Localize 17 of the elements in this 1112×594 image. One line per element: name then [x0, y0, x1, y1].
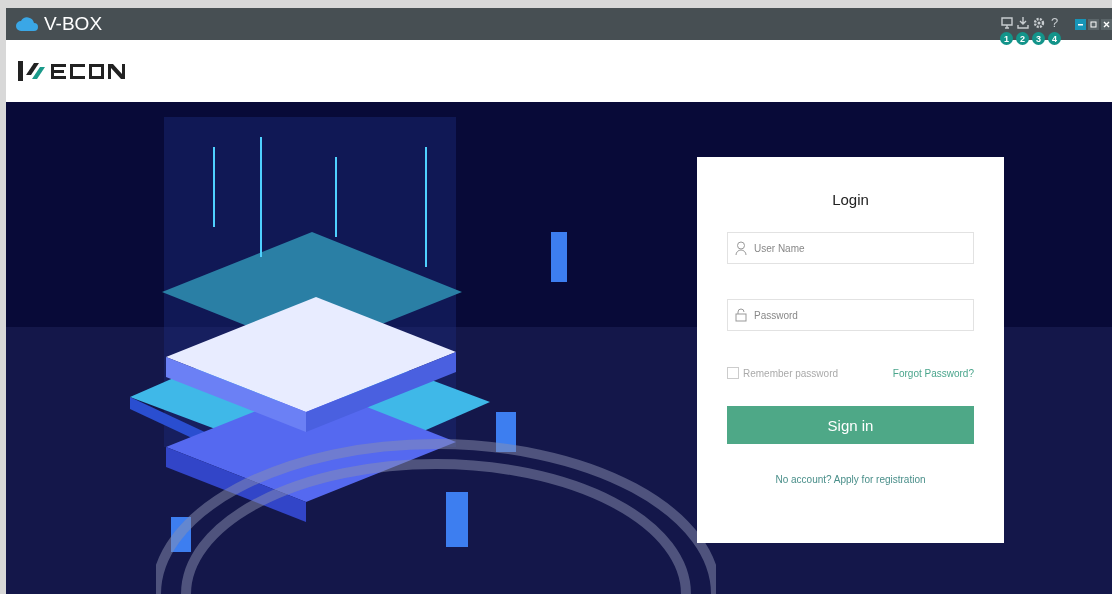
sign-in-button[interactable]: Sign in [727, 406, 974, 444]
minimize-icon[interactable] [1075, 18, 1086, 30]
window-title: V-BOX [44, 13, 103, 35]
login-title: Login [831, 191, 870, 208]
settings-icon[interactable] [1032, 17, 1045, 29]
username-field[interactable]: User Name [727, 232, 974, 264]
close-icon[interactable] [1101, 18, 1112, 30]
help-icon[interactable]: ? [1050, 17, 1059, 29]
remember-label: Remember password [743, 367, 839, 379]
remember-checkbox[interactable] [727, 367, 739, 379]
forgot-password-link[interactable]: Forgot Password? [892, 367, 974, 379]
monitor-icon[interactable] [1000, 17, 1013, 29]
password-field[interactable]: Password [727, 299, 974, 331]
maximize-icon[interactable] [1088, 18, 1099, 30]
cloud-icon [16, 17, 38, 31]
download-icon[interactable] [1016, 17, 1029, 29]
registration-link[interactable]: No account? Apply for registration [727, 474, 974, 485]
